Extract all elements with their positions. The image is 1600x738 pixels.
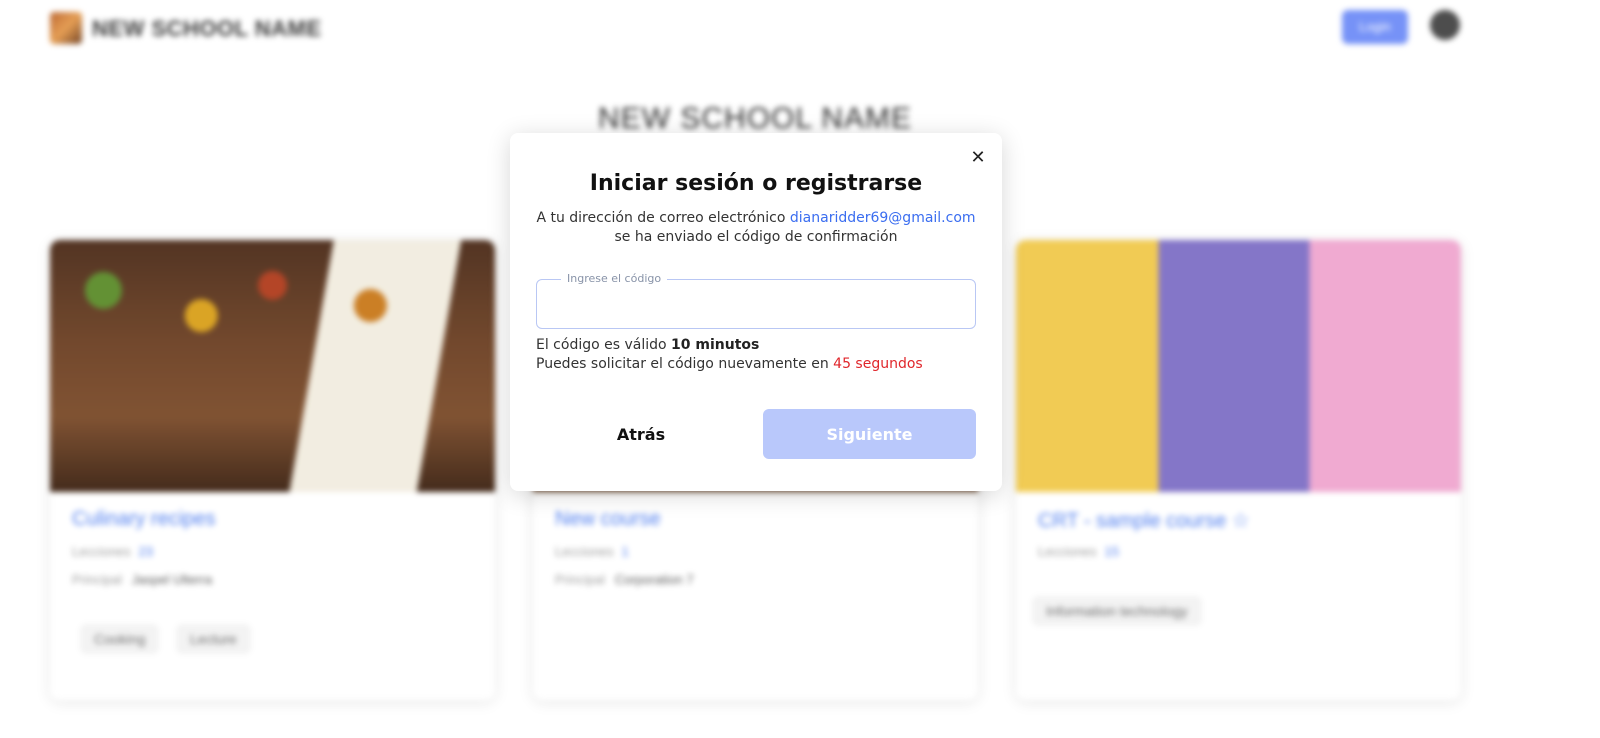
code-validity-text: El código es válido 10 minutos (536, 337, 760, 353)
code-field[interactable]: Ingrese el código (536, 272, 976, 329)
back-button[interactable]: Atrás (536, 409, 746, 459)
next-button[interactable]: Siguiente (763, 409, 976, 459)
description-text-end: se ha enviado el código de confirmación (614, 229, 898, 245)
modal-description: A tu dirección de correo electrónico dia… (536, 209, 976, 247)
description-text: A tu dirección de correo electrónico (536, 210, 790, 226)
code-input[interactable] (537, 280, 975, 328)
close-icon[interactable]: ✕ (966, 145, 990, 169)
validity-duration: 10 minutos (671, 337, 760, 353)
modal-title: Iniciar sesión o registrarse (589, 171, 923, 196)
resend-countdown: 45 segundos (833, 356, 923, 372)
code-field-label: Ingrese el código (561, 272, 668, 285)
email-address: dianaridder69@gmail.com (789, 210, 976, 226)
resend-timer-text: Puedes solicitar el código nuevamente en… (536, 356, 923, 372)
login-modal: ✕ Iniciar sesión o registrarse A tu dire… (510, 133, 1002, 491)
